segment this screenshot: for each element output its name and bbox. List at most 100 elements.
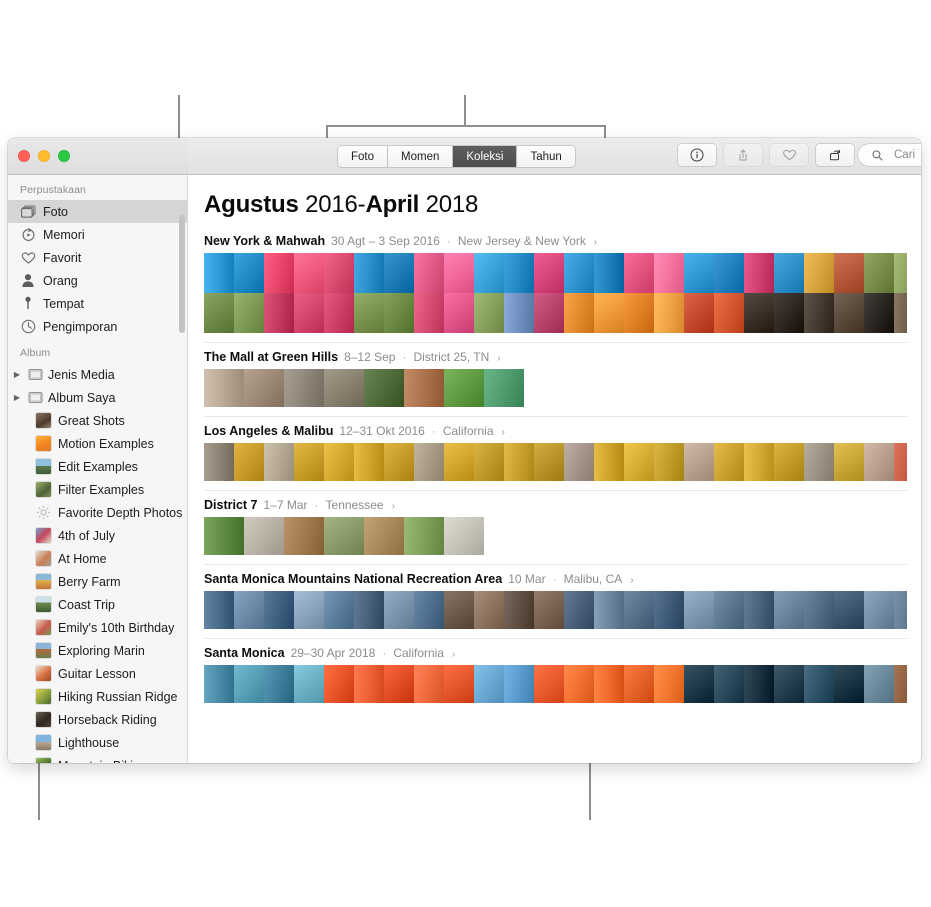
photo-thumbnail[interactable]: [294, 443, 324, 481]
photo-thumbnail[interactable]: [864, 443, 894, 481]
photo-thumbnail[interactable]: [834, 443, 864, 481]
photo-thumbnail[interactable]: [234, 293, 264, 333]
favorite-button[interactable]: [770, 144, 808, 166]
photo-thumbnail[interactable]: [264, 591, 294, 629]
photo-thumbnail[interactable]: [444, 591, 474, 629]
tab-tahun[interactable]: Tahun: [517, 146, 575, 167]
photo-thumbnail[interactable]: [444, 293, 474, 333]
photo-thumbnail[interactable]: [354, 443, 384, 481]
photo-thumbnail[interactable]: [444, 369, 484, 407]
sidebar-album-edit-examples[interactable]: Edit Examples: [8, 455, 187, 478]
photo-thumbnail[interactable]: [354, 591, 384, 629]
photo-thumbnail[interactable]: [564, 591, 594, 629]
sidebar-item-tempat[interactable]: Tempat: [8, 292, 187, 315]
sidebar-album-favorite-depth-photos[interactable]: Favorite Depth Photos: [8, 501, 187, 524]
sidebar-album-guitar-lesson[interactable]: Guitar Lesson: [8, 662, 187, 685]
search-field[interactable]: Cari: [858, 144, 921, 166]
sidebar-album-berry-farm[interactable]: Berry Farm: [8, 570, 187, 593]
photo-thumbnail[interactable]: [834, 253, 864, 293]
photo-thumbnail[interactable]: [804, 253, 834, 293]
view-mode-segmented-control[interactable]: Foto Momen Koleksi Tahun: [338, 146, 575, 167]
photo-thumbnail[interactable]: [714, 665, 744, 703]
sidebar-album-great-shots[interactable]: Great Shots: [8, 409, 187, 432]
sidebar-album-motion-examples[interactable]: Motion Examples: [8, 432, 187, 455]
photo-thumbnail[interactable]: [894, 665, 907, 703]
photo-thumbnail[interactable]: [534, 665, 564, 703]
sidebar-album-coast-trip[interactable]: Coast Trip: [8, 593, 187, 616]
photo-thumbnail[interactable]: [284, 517, 324, 555]
photo-thumbnail[interactable]: [324, 443, 354, 481]
photo-thumbnail[interactable]: [234, 253, 264, 293]
sidebar-item-orang[interactable]: Orang: [8, 269, 187, 292]
photo-thumbnail[interactable]: [504, 253, 534, 293]
photo-thumbnail[interactable]: [294, 253, 324, 293]
photo-thumbnail[interactable]: [474, 443, 504, 481]
photo-thumbnail[interactable]: [504, 293, 534, 333]
photo-thumbnail[interactable]: [654, 253, 684, 293]
photo-thumbnail[interactable]: [234, 591, 264, 629]
sidebar-album-4th-of-july[interactable]: 4th of July: [8, 524, 187, 547]
photo-thumbnail[interactable]: [564, 665, 594, 703]
photo-thumbnail[interactable]: [354, 665, 384, 703]
photo-thumbnail[interactable]: [264, 293, 294, 333]
photo-thumbnail[interactable]: [474, 253, 504, 293]
photo-thumbnail[interactable]: [894, 443, 907, 481]
photo-thumbnail[interactable]: [444, 253, 474, 293]
photo-thumbnail[interactable]: [594, 665, 624, 703]
photo-thumbnail[interactable]: [654, 293, 684, 333]
photo-thumbnail[interactable]: [534, 591, 564, 629]
photo-thumbnail[interactable]: [594, 293, 624, 333]
photo-strip[interactable]: [204, 517, 907, 555]
photo-thumbnail[interactable]: [204, 665, 234, 703]
chevron-right-icon[interactable]: ›: [592, 237, 597, 248]
photo-thumbnail[interactable]: [444, 517, 484, 555]
photo-thumbnail[interactable]: [244, 369, 284, 407]
photo-thumbnail[interactable]: [594, 443, 624, 481]
close-button[interactable]: [18, 150, 30, 162]
minimize-button[interactable]: [38, 150, 50, 162]
photo-thumbnail[interactable]: [684, 591, 714, 629]
photo-thumbnail[interactable]: [744, 253, 774, 293]
rotate-button[interactable]: [816, 144, 854, 166]
photo-thumbnail[interactable]: [804, 665, 834, 703]
sidebar-album-at-home[interactable]: At Home: [8, 547, 187, 570]
sidebar-album-exploring-marin[interactable]: Exploring Marin: [8, 639, 187, 662]
photo-thumbnail[interactable]: [444, 665, 474, 703]
sidebar-group-album-saya[interactable]: ▶ Album Saya: [8, 386, 187, 409]
photo-thumbnail[interactable]: [624, 293, 654, 333]
photo-thumbnail[interactable]: [774, 591, 804, 629]
photo-thumbnail[interactable]: [504, 443, 534, 481]
tab-momen[interactable]: Momen: [388, 146, 454, 167]
photo-thumbnail[interactable]: [234, 443, 264, 481]
photo-thumbnail[interactable]: [474, 293, 504, 333]
photo-thumbnail[interactable]: [654, 591, 684, 629]
photo-thumbnail[interactable]: [624, 591, 654, 629]
tab-foto[interactable]: Foto: [338, 146, 389, 167]
photo-thumbnail[interactable]: [774, 253, 804, 293]
collection-header[interactable]: The Mall at Green Hills 8–12 Sep · District…: [204, 343, 907, 369]
photo-thumbnail[interactable]: [244, 517, 284, 555]
photo-thumbnail[interactable]: [864, 665, 894, 703]
photo-thumbnail[interactable]: [294, 591, 324, 629]
photo-thumbnail[interactable]: [894, 293, 907, 333]
sidebar-item-favorit[interactable]: Favorit: [8, 246, 187, 269]
photo-thumbnail[interactable]: [364, 517, 404, 555]
info-button[interactable]: [678, 144, 716, 166]
photo-thumbnail[interactable]: [204, 253, 234, 293]
photo-strip[interactable]: [204, 369, 907, 407]
photo-thumbnail[interactable]: [234, 665, 264, 703]
photo-thumbnail[interactable]: [204, 293, 234, 333]
photo-thumbnail[interactable]: [504, 665, 534, 703]
photo-thumbnail[interactable]: [834, 591, 864, 629]
photo-thumbnail[interactable]: [384, 443, 414, 481]
chevron-right-icon[interactable]: ›: [390, 501, 395, 512]
photo-strip[interactable]: [204, 443, 907, 481]
photo-thumbnail[interactable]: [624, 253, 654, 293]
chevron-right-icon[interactable]: ›: [495, 353, 500, 364]
photo-thumbnail[interactable]: [744, 443, 774, 481]
photo-thumbnail[interactable]: [414, 253, 444, 293]
photo-thumbnail[interactable]: [714, 293, 744, 333]
photo-thumbnail[interactable]: [404, 517, 444, 555]
photo-thumbnail[interactable]: [324, 591, 354, 629]
sidebar-album-horseback-riding[interactable]: Horseback Riding: [8, 708, 187, 731]
